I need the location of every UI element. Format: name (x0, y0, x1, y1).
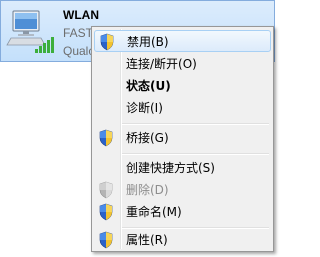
menu-item-label: 禁用(B) (127, 35, 169, 49)
wireless-network-adapter-icon (6, 10, 54, 53)
menu-item-label: 重命名(M) (126, 205, 182, 219)
menu-separator (122, 153, 269, 155)
menu-item-status[interactable]: 状态(U) (94, 75, 271, 97)
menu-item-label: 诊断(I) (126, 101, 163, 115)
menu-item-label: 创建快捷方式(S) (126, 161, 215, 175)
menu-item-label: 连接/断开(O) (126, 57, 197, 71)
adapter-name: WLAN (63, 8, 99, 22)
menu-item-delete: 删除(D) (94, 179, 271, 201)
menu-item-properties[interactable]: 属性(R) (94, 229, 271, 251)
menu-item-diagnose[interactable]: 诊断(I) (94, 97, 271, 119)
menu-item-label: 属性(R) (126, 233, 168, 247)
menu-item-label: 删除(D) (126, 183, 169, 197)
adapter-network-name: FAST (63, 26, 94, 40)
menu-item-disable[interactable]: 禁用(B) (94, 30, 271, 52)
menu-item-create-shortcut[interactable]: 创建快捷方式(S) (94, 157, 271, 179)
menu-item-label: 桥接(G) (126, 131, 169, 145)
menu-item-connect-disconnect[interactable]: 连接/断开(O) (94, 53, 271, 75)
menu-separator (122, 123, 269, 125)
menu-item-bridge[interactable]: 桥接(G) (94, 127, 271, 149)
uac-shield-icon (99, 129, 113, 147)
uac-shield-icon (99, 203, 113, 221)
adapter-device-name: Qualc (63, 44, 95, 58)
context-menu: 禁用(B) 连接/断开(O) 状态(U) 诊断(I) 桥接(G) 创建快捷方式(… (91, 26, 274, 252)
menu-item-rename[interactable]: 重命名(M) (94, 201, 271, 223)
menu-item-label: 状态(U) (126, 79, 171, 93)
uac-shield-icon (100, 33, 114, 51)
uac-shield-icon (99, 231, 113, 249)
uac-shield-icon (99, 181, 113, 199)
